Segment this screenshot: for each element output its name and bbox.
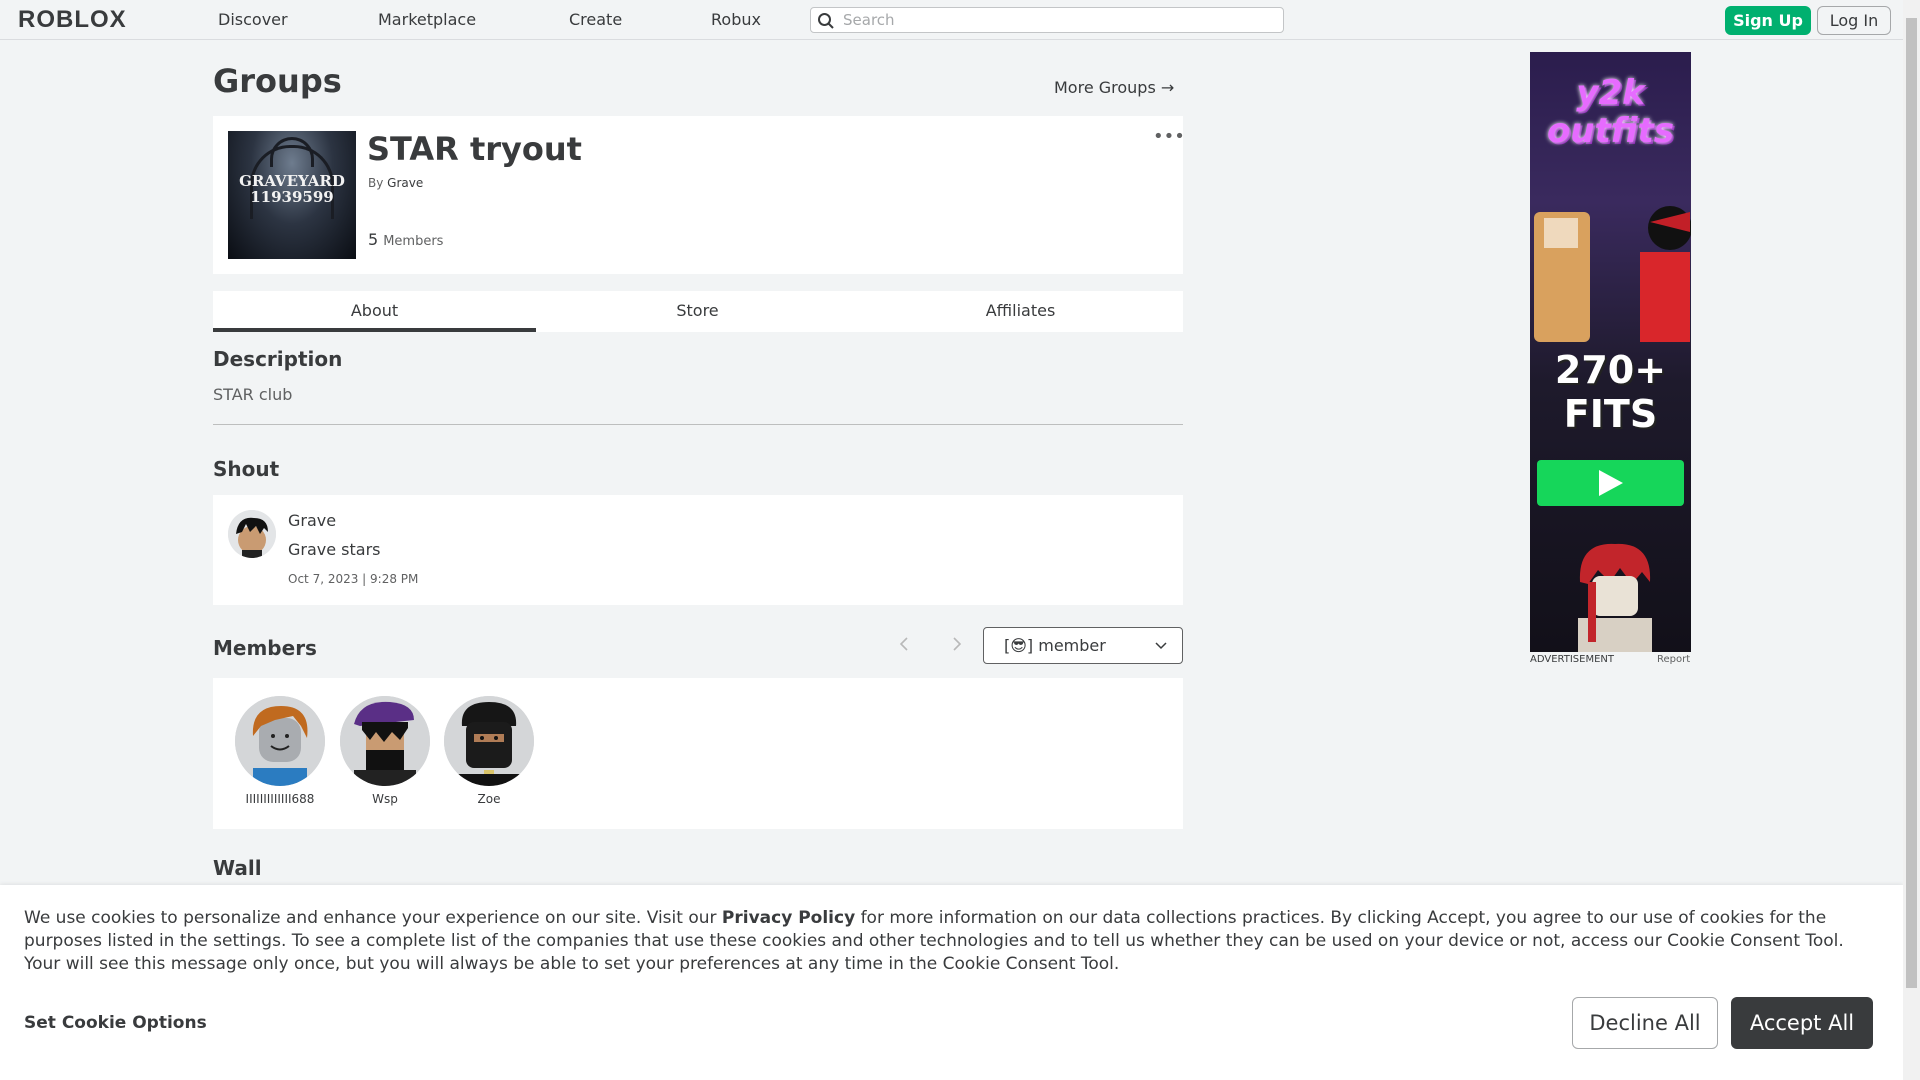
shout-heading: Shout — [213, 457, 280, 481]
ad-title-line-1: y2k — [1576, 73, 1645, 113]
ad-report-link[interactable]: Report — [1657, 654, 1690, 665]
cookie-text-start: We use cookies to personalize and enhanc… — [24, 908, 722, 928]
member-avatar[interactable] — [235, 696, 325, 786]
next-page-icon[interactable] — [951, 636, 963, 657]
member-count-value: 5 — [368, 230, 379, 249]
ad-avatar-image — [1578, 543, 1652, 652]
search-input[interactable] — [843, 10, 1273, 30]
thumbnail-text-line-2: 11939599 — [250, 188, 334, 206]
more-groups-link[interactable]: More Groups → — [1054, 78, 1174, 97]
ad-headline: 270+ FITS — [1530, 348, 1691, 436]
thumbnail-text: GRAVEYARD 11939599 — [228, 173, 356, 205]
sign-up-button[interactable]: Sign Up — [1725, 6, 1811, 35]
play-icon — [1599, 470, 1623, 496]
avatar-headshot-icon — [340, 696, 430, 786]
avatar-headshot-icon — [444, 696, 534, 786]
cookie-message: We use cookies to personalize and enhanc… — [24, 907, 1884, 976]
group-thumbnail: GRAVEYARD 11939599 — [228, 131, 356, 259]
shout-card: Grave Grave stars Oct 7, 2023 | 9:28 PM — [213, 495, 1183, 605]
scrollbar-thumb[interactable] — [1906, 18, 1917, 988]
description-text: STAR club — [213, 385, 293, 404]
ad-headline-line-2: FITS — [1563, 392, 1658, 436]
owner-link[interactable]: Grave — [387, 176, 423, 190]
member-item[interactable]: Zoe — [443, 696, 535, 806]
gate-arch-shape — [270, 137, 314, 167]
page-scrollbar[interactable] — [1903, 0, 1920, 1080]
roblox-logo[interactable]: ROBLOX — [18, 6, 127, 34]
search-box[interactable] — [810, 7, 1284, 33]
more-options-icon[interactable]: ••• — [1153, 126, 1185, 147]
ad-title-line-2: outfits — [1546, 111, 1675, 151]
thumbnail-text-line-1: GRAVEYARD — [239, 172, 345, 190]
search-icon — [818, 13, 834, 29]
nav-discover[interactable]: Discover — [218, 10, 288, 29]
members-heading: Members — [213, 636, 317, 660]
page-title: Groups — [213, 62, 342, 100]
privacy-policy-link[interactable]: Privacy Policy — [722, 908, 855, 928]
role-dropdown[interactable]: [😎] member — [983, 627, 1183, 664]
shout-body: Grave stars — [288, 540, 381, 559]
shout-timestamp: Oct 7, 2023 | 9:28 PM — [288, 572, 419, 586]
member-item[interactable]: IIIIIIIIIIIII688 — [234, 696, 326, 806]
description-heading: Description — [213, 347, 343, 371]
member-name[interactable]: IIIIIIIIIIIII688 — [234, 792, 326, 806]
ad-outfit-images — [1534, 206, 1691, 342]
tab-store[interactable]: Store — [536, 291, 859, 332]
avatar-headshot-icon — [235, 696, 325, 786]
decline-all-button[interactable]: Decline All — [1572, 997, 1718, 1049]
group-owner-line: By Grave — [368, 176, 423, 190]
set-cookie-options-link[interactable]: Set Cookie Options — [24, 1013, 207, 1033]
prev-page-icon[interactable] — [898, 636, 910, 657]
accept-all-button[interactable]: Accept All — [1731, 997, 1873, 1049]
member-name[interactable]: Wsp — [339, 792, 431, 806]
log-in-button[interactable]: Log In — [1817, 6, 1891, 35]
group-tabs: About Store Affiliates — [213, 291, 1183, 332]
shout-author-name[interactable]: Grave — [288, 511, 336, 530]
cookie-banner: We use cookies to personalize and enhanc… — [0, 885, 1903, 1080]
owner-prefix: By — [368, 176, 384, 190]
nav-create[interactable]: Create — [569, 10, 622, 29]
avatar-headshot-icon — [228, 510, 276, 558]
member-item[interactable]: Wsp — [339, 696, 431, 806]
section-divider — [213, 424, 1183, 425]
page-root: ROBLOX Discover Marketplace Create Robux… — [0, 0, 1920, 1080]
members-card: IIIIIIIIIIIII688 Wsp Zoe — [213, 678, 1183, 829]
tab-about[interactable]: About — [213, 291, 536, 332]
member-avatar[interactable] — [444, 696, 534, 786]
ad-play-button[interactable] — [1537, 460, 1684, 506]
chevron-down-icon — [1155, 642, 1167, 650]
ad-caption: ADVERTISEMENT — [1530, 654, 1615, 665]
advertisement-banner[interactable]: y2k outfits 270+ FITS — [1530, 52, 1691, 652]
group-member-count: 5 Members — [368, 230, 443, 249]
group-name: STAR tryout — [367, 130, 582, 168]
nav-robux[interactable]: Robux — [711, 10, 761, 29]
top-navigation: ROBLOX Discover Marketplace Create Robux… — [0, 0, 1903, 40]
nav-marketplace[interactable]: Marketplace — [378, 10, 476, 29]
shout-author-avatar[interactable] — [228, 510, 276, 558]
member-avatar[interactable] — [340, 696, 430, 786]
ad-title: y2k outfits — [1530, 74, 1691, 150]
member-name[interactable]: Zoe — [443, 792, 535, 806]
role-selected-value: [😎] member — [1004, 636, 1106, 655]
member-count-label: Members — [383, 234, 444, 249]
tab-affiliates[interactable]: Affiliates — [859, 291, 1182, 332]
wall-heading: Wall — [213, 856, 262, 880]
ad-headline-line-1: 270+ — [1554, 348, 1667, 392]
group-header-card: GRAVEYARD 11939599 STAR tryout By Grave … — [213, 116, 1185, 274]
